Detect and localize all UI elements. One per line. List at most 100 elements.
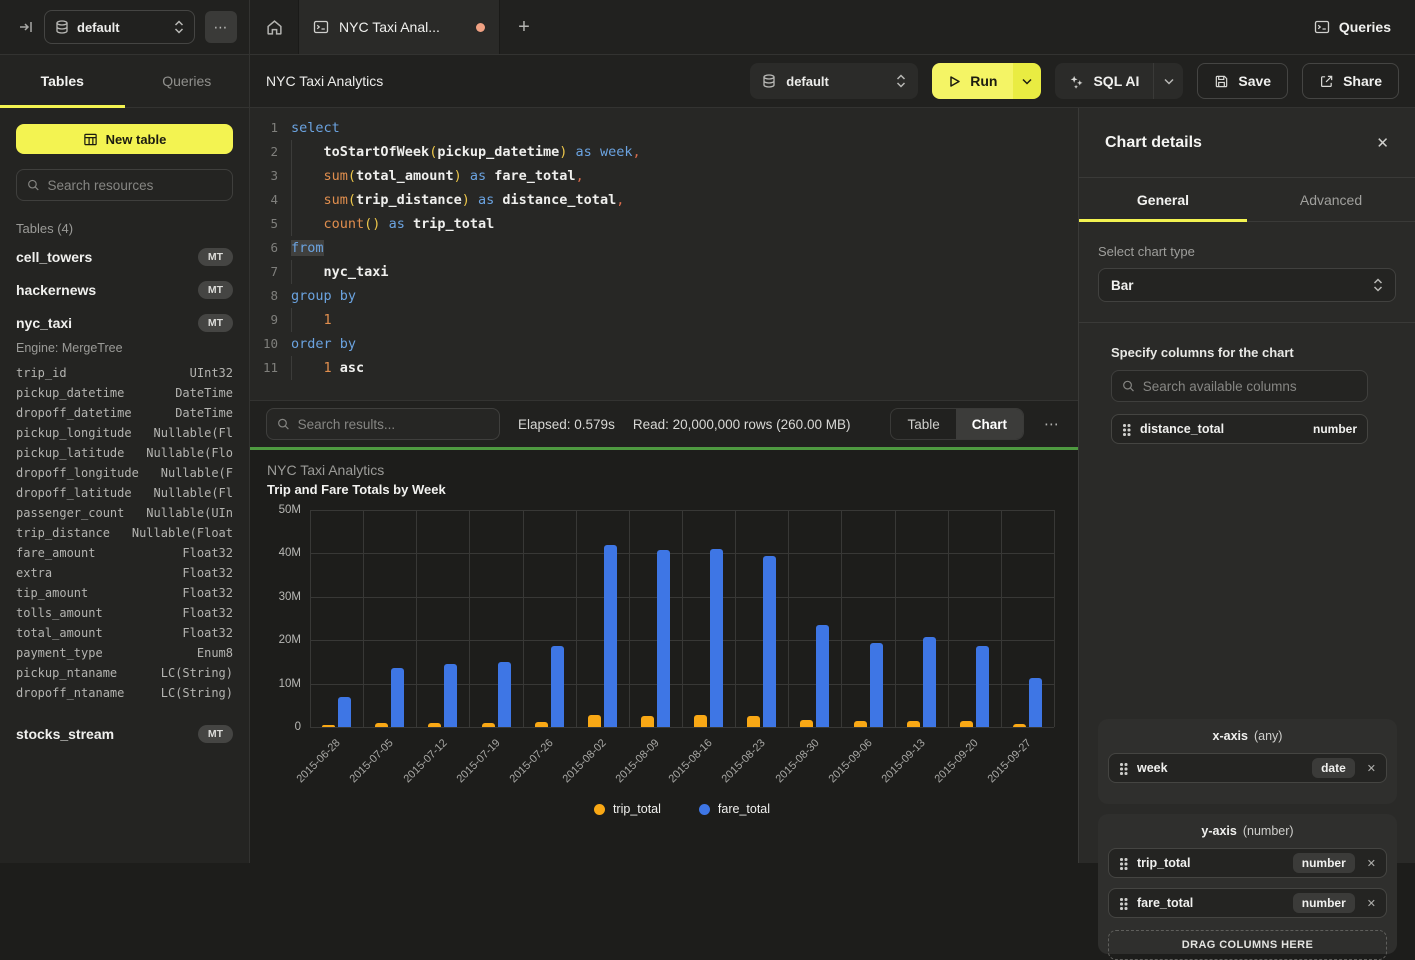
drag-columns-dropzone[interactable]: DRAG COLUMNS HERE [1108,930,1387,960]
sidebar-database-select[interactable]: default [44,10,195,44]
column-name: pickup_latitude [16,446,124,460]
bar-fare_total [551,646,564,727]
column-chip-distance_total[interactable]: distance_totalnumber [1111,414,1368,444]
sql-ai-button[interactable]: SQL AI [1055,63,1153,99]
tables-section-label: Tables (4) [16,221,233,236]
updown-chevron-icon [1373,278,1383,292]
bar-trip_total [588,715,601,727]
x-tick-label: 2015-07-05 [348,737,396,785]
y-tick-label: 50M [279,504,301,516]
drag-handle-icon[interactable] [1119,762,1127,774]
run-button[interactable]: Run [932,63,1013,99]
run-options-button[interactable] [1013,63,1041,99]
results-search [266,408,500,440]
view-chart-button[interactable]: Chart [956,409,1023,439]
sidebar-more-button[interactable]: ⋯ [205,11,237,43]
tab-strip: NYC Taxi Anal... + Queries [250,0,1415,55]
queries-terminal-icon [1314,19,1330,35]
tab-general[interactable]: General [1079,178,1247,221]
column-type: Nullable(Float [132,526,233,540]
tab-tables[interactable]: Tables [0,55,125,107]
save-button[interactable]: Save [1197,63,1288,99]
toolbar-database-select[interactable]: default [750,63,918,99]
view-table-button[interactable]: Table [891,409,955,439]
results-toolbar: Elapsed: 0.579s Read: 20,000,000 rows (2… [250,400,1078,447]
gridline-v [841,510,842,727]
tab-queries[interactable]: Queries [125,55,250,107]
bar-fare_total [763,556,776,727]
bar-fare_total [391,668,404,727]
column-chip-trip_total[interactable]: trip_totalnumber✕ [1108,848,1387,878]
bar-fare_total [976,646,989,727]
new-tab-button[interactable]: + [500,0,548,54]
results-search-input[interactable] [298,417,489,432]
collapse-sidebar-icon[interactable] [18,19,34,35]
legend-item-trip_total[interactable]: trip_total [594,802,661,816]
column-name: trip_distance [16,526,110,540]
gridline-v [1001,510,1002,727]
chevron-down-icon [1164,78,1174,85]
legend-item-fare_total[interactable]: fare_total [699,802,770,816]
bar-trip_total [960,721,973,727]
results-more-button[interactable]: ⋯ [1042,415,1062,433]
column-type: Float32 [182,566,233,580]
sql-ai-button-group: SQL AI [1055,63,1183,99]
topbar-sidebar-header: default ⋯ [0,0,250,55]
close-icon[interactable]: ✕ [1376,134,1389,152]
chart-details-panel: Chart details ✕ General Advanced Select … [1078,108,1415,863]
new-table-button[interactable]: New table [16,124,233,154]
remove-icon[interactable]: ✕ [1365,897,1376,910]
column-row-tip_amount: tip_amountFloat32 [16,583,233,603]
elapsed-stat: Elapsed: 0.579s [518,417,615,432]
engine-badge: MT [198,725,233,743]
column-name: passenger_count [16,506,124,520]
bar-fare_total [816,625,829,727]
column-chip-fare_total[interactable]: fare_totalnumber✕ [1108,888,1387,918]
sparkles-icon [1069,74,1084,89]
remove-icon[interactable]: ✕ [1365,762,1376,775]
drag-handle-icon[interactable] [1122,423,1130,435]
table-row-cell-towers[interactable]: cell_towers MT [16,240,233,273]
column-chip-week[interactable]: weekdate✕ [1108,753,1387,783]
x-tick-label: 2015-07-26 [507,737,555,785]
y-tick-label: 30M [279,591,301,603]
queries-button[interactable]: Queries [1290,0,1415,54]
view-toggle: Table Chart [890,408,1024,440]
column-row-dropoff_datetime: dropoff_datetimeDateTime [16,403,233,423]
drag-handle-icon[interactable] [1119,897,1127,909]
table-row-stocks-stream[interactable]: stocks_stream MT [16,717,233,750]
x-tick-label: 2015-08-02 [561,737,609,785]
updown-chevron-icon [896,74,906,88]
line-number: 5 [250,212,278,236]
sql-editor[interactable]: 1select2 toStartOfWeek(pickup_datetime) … [250,108,1078,400]
sql-ai-options-button[interactable] [1153,63,1183,99]
x-tick-label: 2015-07-19 [454,737,502,785]
tab-advanced[interactable]: Advanced [1247,178,1415,221]
y-tick-label: 10M [279,678,301,690]
column-row-total_amount: total_amountFloat32 [16,623,233,643]
chart-type-select[interactable]: Bar [1098,268,1396,302]
remove-icon[interactable]: ✕ [1365,857,1376,870]
chart-card: NYC Taxi Analytics Trip and Fare Totals … [250,450,1078,863]
table-row-nyc-taxi[interactable]: nyc_taxi MT [16,306,233,339]
column-name: trip_id [16,366,67,380]
gridline-v [629,510,630,727]
editor-line-2: 2 toStartOfWeek(pickup_datetime) as week… [250,140,1078,164]
column-name: total_amount [16,626,103,640]
gridline-v [469,510,470,727]
columns-search-input[interactable] [1143,379,1357,394]
bar-trip_total [641,716,654,727]
home-icon[interactable] [250,0,298,54]
drag-handle-icon[interactable] [1119,857,1127,869]
table-row-hackernews[interactable]: hackernews MT [16,273,233,306]
sidebar-search-input[interactable] [48,178,222,193]
gridline-h [310,727,1054,728]
read-stat: Read: 20,000,000 rows (260.00 MB) [633,417,851,432]
tab-nyc-taxi-analytics[interactable]: NYC Taxi Anal... [298,0,500,54]
share-button[interactable]: Share [1302,63,1399,99]
column-type: Float32 [182,546,233,560]
chart-plot-area: 50M40M30M20M10M02015-06-282015-07-052015… [310,510,1054,727]
column-name: pickup_longitude [16,426,132,440]
panel-body: Select chart type Bar Specify columns fo… [1079,222,1415,863]
gridline-v [948,510,949,727]
